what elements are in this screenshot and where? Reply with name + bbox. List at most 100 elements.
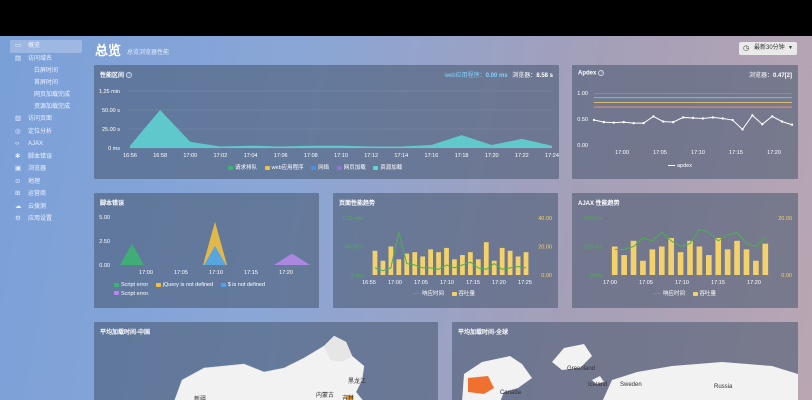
legend-item[interactable]: 吞吐量 <box>459 291 476 297</box>
throughput-bar <box>523 252 529 275</box>
sidebar-item-label: 定位分析 <box>28 128 53 135</box>
legend-swatch <box>114 291 119 296</box>
x-tick-label: 17:00 <box>615 150 629 156</box>
apdex-point <box>612 121 615 124</box>
x-tick-label: 17:05 <box>639 280 653 286</box>
x-tick-label: 17:00 <box>183 153 197 159</box>
legend-swatch <box>228 165 233 170</box>
legend-swatch <box>311 165 317 170</box>
cloud-icon: ☁ <box>15 202 22 210</box>
apdex-point <box>622 120 625 124</box>
y-right-tick-label: 20.00 <box>538 245 552 251</box>
world-map[interactable] <box>452 322 798 400</box>
y-right-tick-label: 40.00 <box>538 216 552 222</box>
x-tick-label: 17:05 <box>414 280 428 286</box>
x-tick-label: 17:15 <box>729 150 743 156</box>
network-icon: ⊞ <box>15 190 21 197</box>
legend-swatch <box>155 282 161 287</box>
apdex-point <box>652 115 655 118</box>
apdex-legend: apdex <box>662 163 692 169</box>
throughput-bar <box>396 259 402 275</box>
sidebar: ▭ 概览 ▤ 访问域名 白屏时间 首屏时间 网页加载完成 资源加载完成 ▥ 访问… <box>10 40 82 226</box>
y-tick-label: 0.00 <box>577 143 588 149</box>
legend-item[interactable]: Script error <box>121 282 148 288</box>
sidebar-subitem-page-load[interactable]: 网页加载完成 <box>10 89 82 101</box>
x-tick-label: 17:10 <box>675 280 689 286</box>
sidebar-item-script-errors[interactable]: ✱ 脚本错误 <box>10 151 82 164</box>
x-tick-label: 17:12 <box>364 153 378 159</box>
y-left-tick-label: 200 ms <box>584 245 602 251</box>
throughput-bar <box>753 260 759 275</box>
throughput-bar <box>483 242 489 275</box>
apdex-point <box>642 121 645 125</box>
apdex-point <box>602 120 606 124</box>
legend-item[interactable]: 网络 <box>318 165 329 171</box>
time-range-dropdown[interactable]: ◷ 最新30分钟 ▼ <box>739 42 797 55</box>
eurasia-landmass[interactable] <box>602 362 798 400</box>
sidebar-item-pages[interactable]: ▥ 访问页面 <box>10 113 82 126</box>
throughput-bar <box>412 252 418 275</box>
legend-item[interactable]: 响应时间 <box>422 291 444 297</box>
x-tick-label: 16:56 <box>123 153 137 159</box>
china-map-panel: 平均加载时间-中国 黑龙江 内蒙古 吉林 新疆 <box>94 322 438 400</box>
sidebar-subitem-first-screen[interactable]: 首屏时间 <box>10 77 82 89</box>
y-left-tick-label: 400 ms <box>584 216 602 222</box>
legend-item[interactable]: jQuery is not defined <box>163 282 213 288</box>
throughput-bar <box>762 243 769 275</box>
sidebar-nav: ▭ 概览 ▤ 访问域名 白屏时间 首屏时间 网页加载完成 资源加载完成 ▥ 访问… <box>10 40 82 226</box>
apdex-point <box>662 120 665 123</box>
y-left-tick-label: 0 ms <box>351 273 363 279</box>
y-tick-label: 25.00 s <box>102 127 120 133</box>
legend-item[interactable]: 资源加载 <box>380 165 402 171</box>
perf-panel: 性能区间? web应用程序：0.00 ms 浏览器：8.58 s 0 ms 25.… <box>94 65 559 179</box>
x-tick-label: 17:15 <box>244 270 258 276</box>
sidebar-subitem-resource-load[interactable]: 资源加载完成 <box>10 101 82 113</box>
x-tick-label: 17:00 <box>603 280 617 286</box>
y-right-tick-label: 0.00 <box>541 273 552 279</box>
sidebar-item-label: 运营商 <box>28 191 47 197</box>
script-error-panel: 脚本错误 0.00 2.50 5.00 17:00 17:05 17:10 17:15 17:… <box>94 193 319 308</box>
y-tick-label: 50.00 s <box>102 108 120 114</box>
legend-item[interactable]: 响应时间 <box>663 291 685 297</box>
legend-item[interactable]: 请求排队 <box>235 165 257 171</box>
apdex-point <box>731 118 734 122</box>
apdex-point <box>681 116 685 119</box>
location-icon: ⊙ <box>15 177 21 185</box>
throughput-bar <box>696 246 703 275</box>
china-map[interactable] <box>94 322 438 400</box>
sidebar-item-geo[interactable]: ⊙ 地理 <box>10 176 82 189</box>
y-tick-label: 1.25 min <box>99 89 120 95</box>
sidebar-item-label: 访问页面 <box>28 116 53 122</box>
perf-legend: 请求排队 web应用程序 网络 网页加载 资源加载 <box>222 163 402 171</box>
x-tick-label: 17:20 <box>767 150 781 156</box>
legend-item[interactable]: 网页加载 <box>344 165 366 171</box>
legend-item[interactable]: 吞吐量 <box>700 291 717 297</box>
page-trend-panel: 页面性能趋势 0 ms 40.00 s 1.33 min 0.00 20.00 40.00… <box>333 193 558 308</box>
legend-item[interactable]: Script error. <box>121 291 149 297</box>
legend-item[interactable]: $ is not defined <box>228 282 265 288</box>
apdex-point <box>741 128 744 131</box>
world-map-panel: 平均加载时间-全球 Greenland Iceland Sweden Russi… <box>452 322 798 400</box>
sidebar-item-label: 云拨测 <box>28 203 47 210</box>
sidebar-item-locate[interactable]: ◎ 定位分析 <box>10 126 82 139</box>
sidebar-item-label: 地理 <box>28 178 41 185</box>
x-tick-label: 16:55 <box>362 280 376 286</box>
sidebar-subitem-white-screen[interactable]: 白屏时间 <box>10 65 82 77</box>
sidebar-item-cloud-test[interactable]: ☁ 云拨测 <box>10 201 82 214</box>
sidebar-item-domain[interactable]: ▤ 访问域名 <box>10 53 82 66</box>
document-icon: ▤ <box>15 54 22 62</box>
sidebar-item-settings[interactable]: ⚙ 应用设置 <box>10 213 82 226</box>
sidebar-item-overview[interactable]: ▭ 概览 <box>10 40 82 53</box>
apdex-point <box>592 118 596 122</box>
ajax-trend-legend: 响应时间 吞吐量 <box>648 289 716 297</box>
sidebar-item-browser[interactable]: ▣ 浏览器 <box>10 163 82 176</box>
legend-item[interactable]: apdex <box>677 163 692 169</box>
legend-swatch <box>692 291 698 296</box>
x-tick-label: 17:02 <box>214 153 228 159</box>
sidebar-item-ajax[interactable]: ‹› AJAX <box>10 138 82 151</box>
throughput-bar <box>380 260 386 275</box>
legend-item[interactable]: web应用程序 <box>272 165 304 171</box>
sidebar-item-carrier[interactable]: ⊞ 运营商 <box>10 188 82 201</box>
x-tick-label: 17:25 <box>518 280 532 286</box>
x-tick-label: 17:20 <box>485 153 499 159</box>
